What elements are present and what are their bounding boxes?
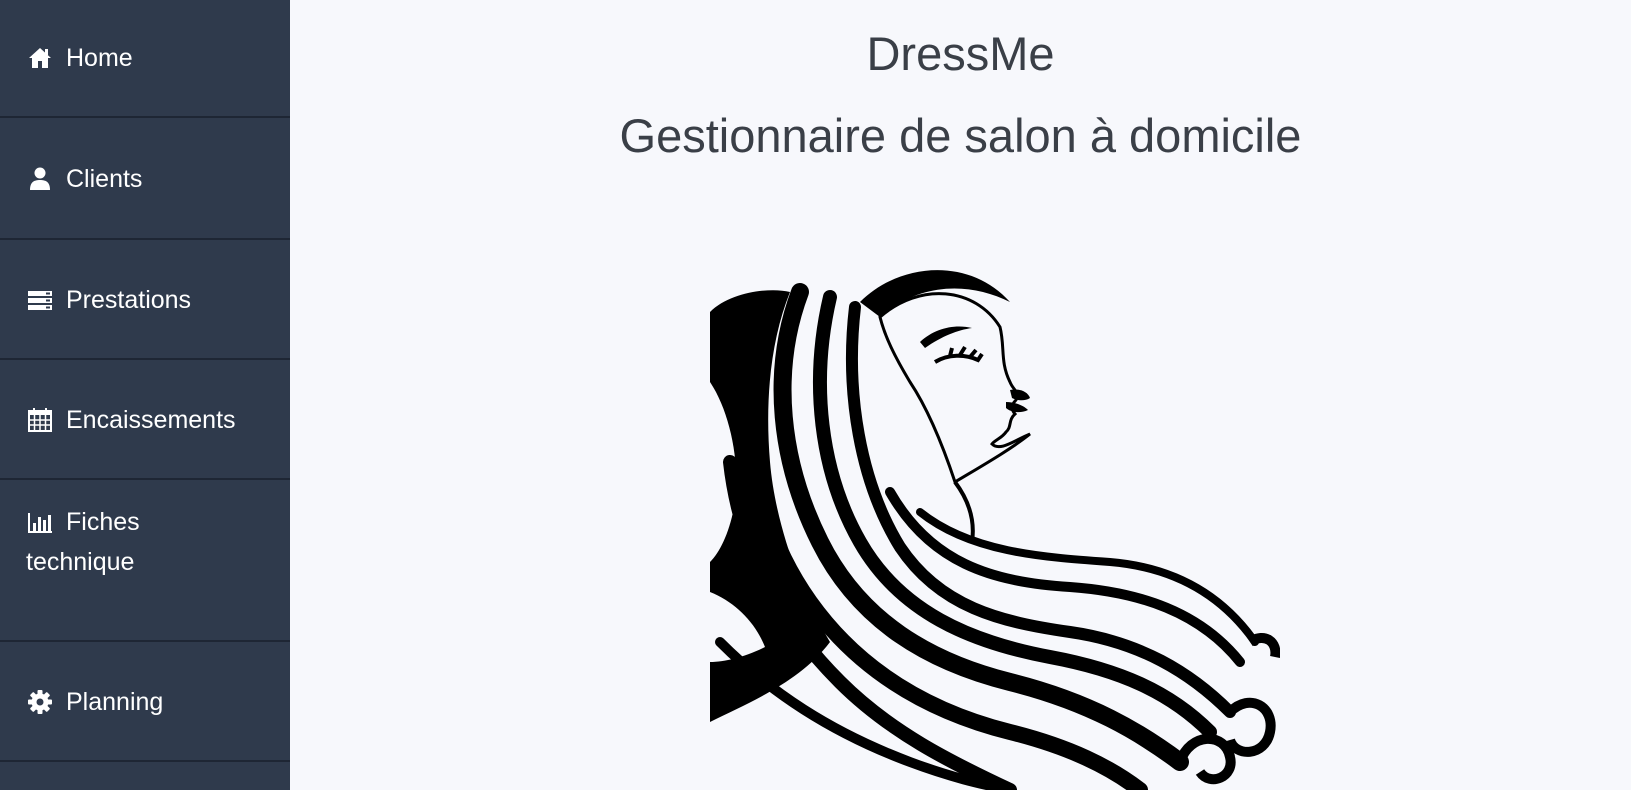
sidebar-item-label-wrap: Fiches technique <box>26 502 140 582</box>
sidebar-item-planning[interactable]: Planning <box>0 644 290 762</box>
sidebar-item-encaissements[interactable]: Encaissements <box>0 362 290 480</box>
sidebar-item-label: Prestations <box>66 286 192 314</box>
app-title: DressMe <box>866 27 1055 80</box>
sidebar-item-label-line2: technique <box>26 548 135 576</box>
gear-icon <box>26 688 54 716</box>
home-icon <box>26 44 54 72</box>
app-subtitle: Gestionnaire de salon à domicile <box>619 109 1302 162</box>
bar-chart-icon <box>26 508 54 536</box>
main-content: DressMe Gestionnaire de salon à domicile <box>290 0 1631 790</box>
sidebar: Home Clients Prestations Encaissements F… <box>0 0 290 790</box>
hero-illustration <box>710 262 1280 790</box>
server-icon <box>26 286 54 314</box>
sidebar-item-clients[interactable]: Clients <box>0 120 290 240</box>
calendar-icon <box>26 406 54 434</box>
sidebar-item-label: Clients <box>66 165 143 193</box>
sidebar-item-prestations[interactable]: Prestations <box>0 242 290 360</box>
woman-profile-illustration <box>710 270 1280 790</box>
sidebar-item-home[interactable]: Home <box>0 0 290 118</box>
sidebar-item-label: Planning <box>66 688 164 716</box>
sidebar-item-label-line1: Fiches <box>66 508 140 536</box>
sidebar-item-label: Encaissements <box>66 406 236 434</box>
sidebar-item-fiches-technique[interactable]: Fiches technique <box>0 482 290 642</box>
sidebar-item-label: Home <box>66 44 133 72</box>
user-icon <box>26 165 54 193</box>
app-window: Home Clients Prestations Encaissements F… <box>0 0 1631 790</box>
